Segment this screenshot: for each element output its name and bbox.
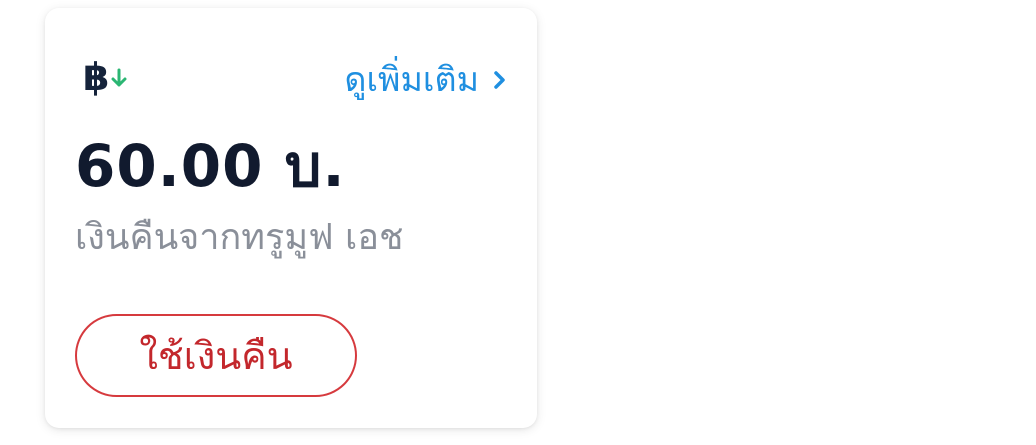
baht-icon: ฿: [83, 55, 110, 99]
see-more-link[interactable]: ดูเพิ่มเติม: [344, 52, 507, 108]
arrow-down-icon: [111, 68, 127, 92]
cashback-amount: 60.00 บ.: [75, 132, 346, 200]
cashback-description: เงินคืนจากทรูมูฟ เอช: [75, 217, 404, 258]
see-more-label: ดูเพิ่มเติม: [344, 60, 479, 100]
chevron-right-icon: [493, 52, 507, 108]
use-cashback-button[interactable]: ใช้เงินคืน: [75, 314, 357, 397]
cashback-icon: ฿: [83, 52, 147, 102]
cashback-card: ฿ ดูเพิ่มเติม 60.00 บ. เงินคืนจากทรูมูฟ …: [45, 8, 537, 428]
